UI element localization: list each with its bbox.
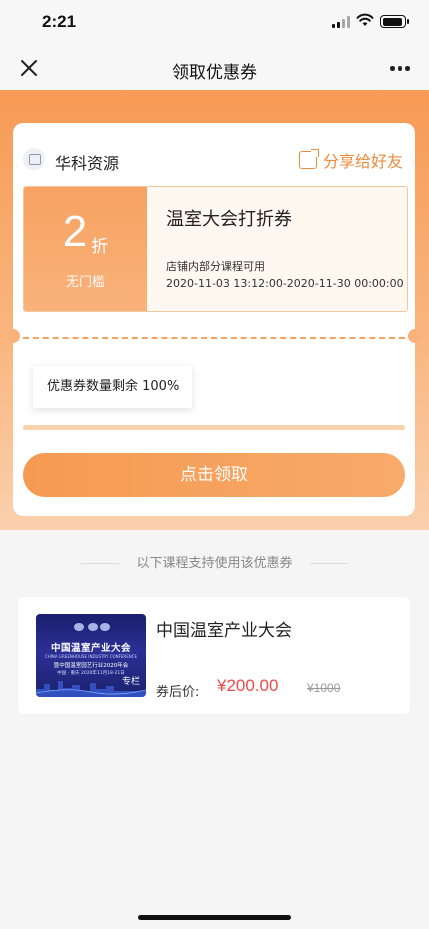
share-label: 分享给好友	[322, 152, 403, 171]
thumbnail-subtitle: 暨中国温室园艺行业2020年会	[53, 663, 129, 669]
remaining-quantity: 优惠券数量剩余 100%	[33, 366, 192, 408]
remaining-progress-bar	[23, 425, 405, 430]
discounted-price: ¥200.00	[217, 676, 279, 695]
course-thumbnail: 中国温室产业大会 CHINA GREENHOUSE INDUSTRY CONFE…	[36, 614, 146, 697]
coupon-card: 华科资源 分享给好友 2折 无门槛 温室大会打折券 店铺内部分课程可用 2020…	[6, 123, 422, 516]
coupon-scope: 店铺内部分课程可用	[166, 260, 265, 273]
claim-button[interactable]: 点击领取	[23, 453, 405, 497]
status-time: 2:21	[42, 12, 77, 31]
ticket-notch-left	[6, 329, 20, 343]
ticket-notch-right	[408, 329, 422, 343]
dashed-divider	[23, 337, 405, 339]
coupon-discount-panel: 2折 无门槛	[24, 187, 147, 311]
thumbnail-title: 中国温室产业大会	[50, 643, 131, 654]
discount-value: 2	[62, 207, 88, 256]
battery-icon	[380, 15, 409, 28]
home-indicator	[138, 915, 291, 920]
share-button[interactable]: 分享给好友	[298, 149, 403, 171]
status-bar: 2:21	[0, 0, 429, 48]
coupon-name: 温室大会打折券	[166, 209, 292, 230]
original-price: ¥1000	[307, 681, 341, 695]
course-list-item[interactable]: 中国温室产业大会 CHINA GREENHOUSE INDUSTRY CONFE…	[18, 597, 410, 714]
share-icon	[298, 149, 319, 169]
thumbnail-subtitle-en: CHINA GREENHOUSE INDUSTRY CONFERENCE	[44, 654, 138, 659]
supported-courses-label: 以下课程支持使用该优惠券	[136, 556, 293, 571]
thumbnail-badge: 专栏	[121, 677, 140, 687]
remaining-progress-fill	[23, 425, 405, 430]
price-label: 券后价:	[156, 685, 200, 700]
discount-unit: 折	[91, 237, 109, 257]
course-title: 中国温室产业大会	[156, 621, 292, 641]
page-title: 领取优惠券	[172, 63, 257, 83]
organizer-logos	[74, 623, 110, 631]
wifi-icon	[356, 13, 374, 26]
shop-name: 华科资源	[55, 154, 120, 173]
supported-courses-header: 以下课程支持使用该优惠券	[0, 552, 429, 574]
coupon-valid-period: 2020-11-03 13:12:00-2020-11-30 00:00:00	[166, 277, 404, 290]
more-icon[interactable]	[388, 66, 412, 72]
coupon-threshold: 无门槛	[65, 275, 105, 290]
coupon-ticket: 2折 无门槛 温室大会打折券 店铺内部分课程可用 2020-11-03 13:1…	[23, 186, 408, 312]
nav-bar: 领取优惠券	[0, 48, 429, 90]
cellular-signal-icon	[332, 16, 350, 28]
shop-icon	[23, 148, 45, 170]
